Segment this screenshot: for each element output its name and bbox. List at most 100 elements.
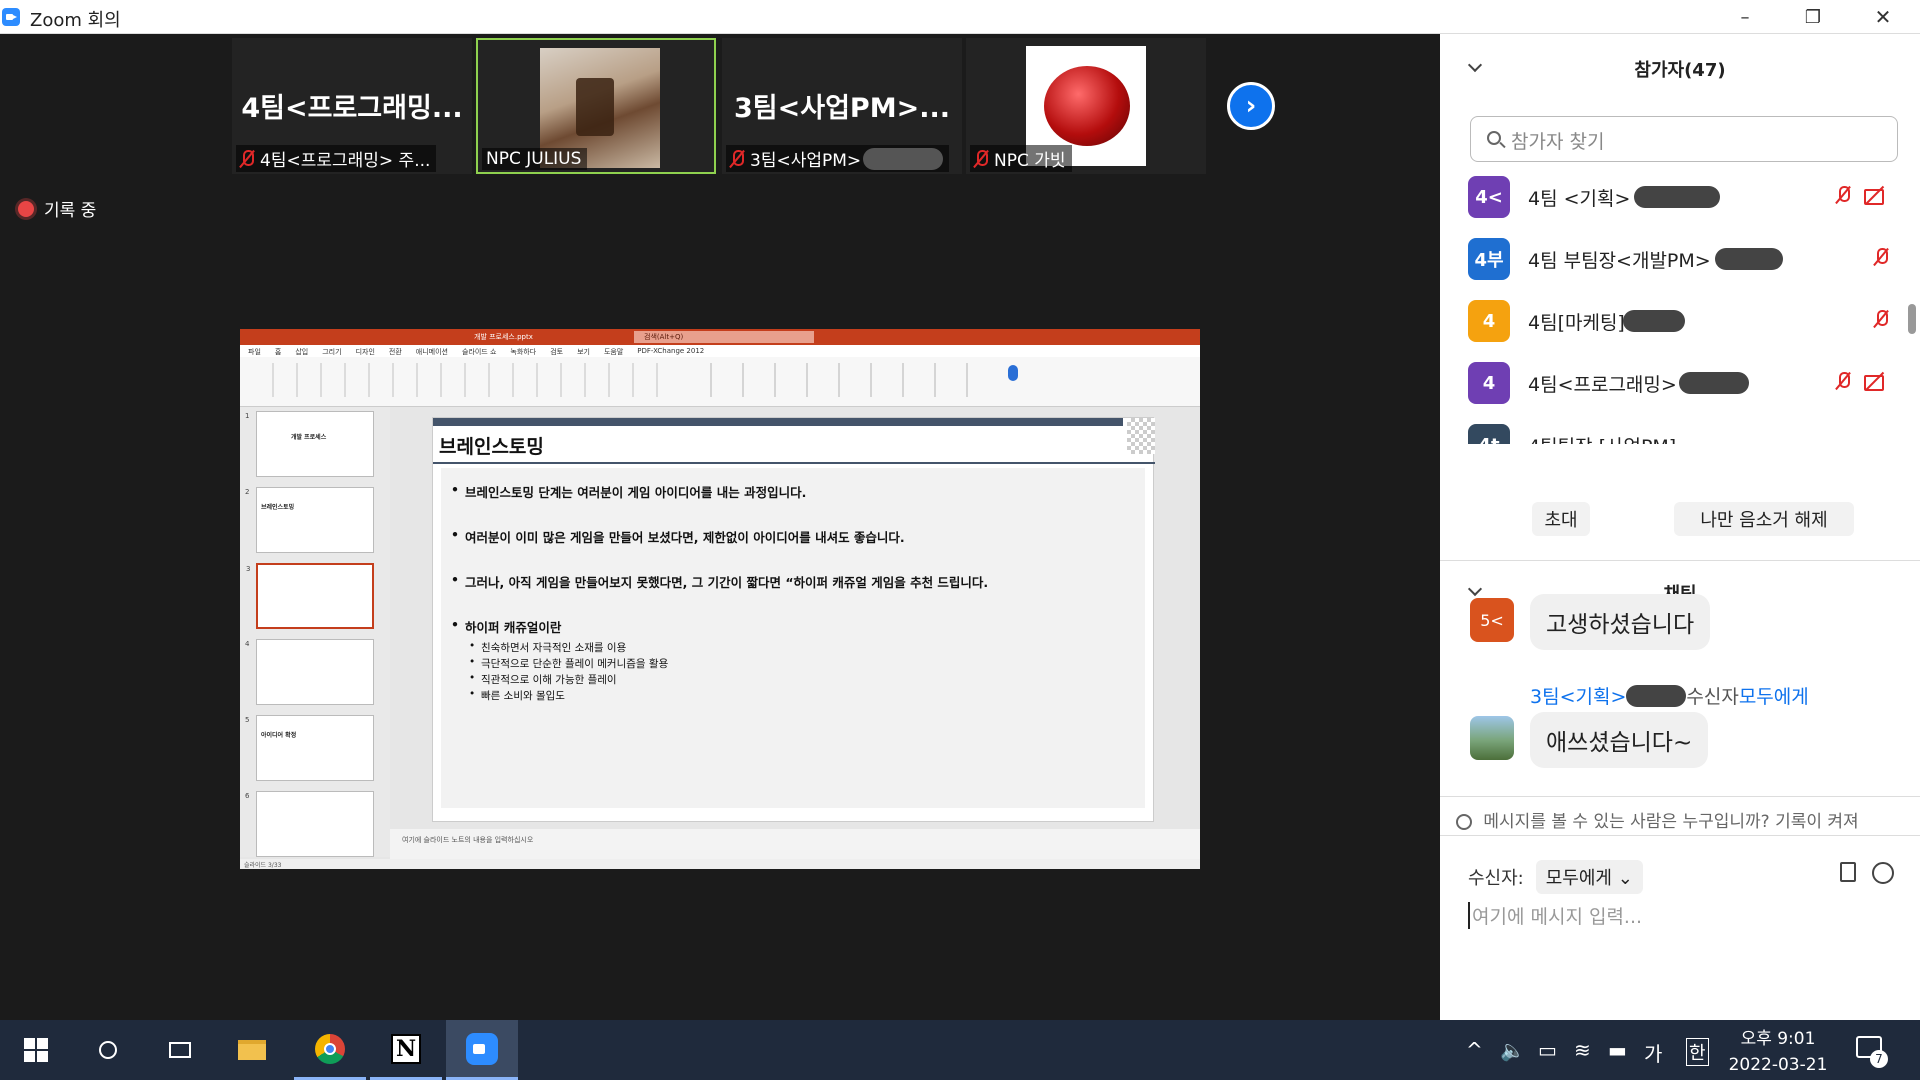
participant-row[interactable]: 4부 4팀 부팀장<개발PM> — [1468, 236, 1888, 282]
ppt-menu-item[interactable]: 검토 — [550, 347, 563, 357]
close-button[interactable]: ✕ — [1848, 0, 1918, 34]
participant-search-input[interactable]: 참가자 찾기 — [1470, 116, 1898, 162]
chat-message-input[interactable]: 여기에 메시지 입력... — [1468, 902, 1642, 929]
tile-name-label: NPC 가빗 — [970, 145, 1072, 172]
battery-icon[interactable]: ▬ — [1608, 1038, 1627, 1062]
ppt-status-bar: 슬라이드 3/33 — [240, 859, 1200, 869]
avatar: 4부 — [1468, 238, 1510, 280]
search-icon — [1487, 131, 1501, 145]
unmute-me-button[interactable]: 나만 음소거 해제 — [1674, 502, 1854, 536]
dictate-mic-icon — [1008, 365, 1018, 381]
ppt-notes-pane[interactable]: 여기에 슬라이드 노트의 내용을 입력하십시오 — [390, 829, 1200, 859]
chat-visibility-notice[interactable]: 메시지를 볼 수 있는 사람은 누구입니까? 기록이 켜져 — [1440, 796, 1920, 836]
participants-scrollbar[interactable] — [1908, 304, 1916, 334]
ppt-menu-item[interactable]: 녹화하다 — [510, 347, 536, 357]
chevron-down-icon[interactable] — [1467, 57, 1483, 73]
chat-recipient: 수신자: 모두에게 ⌄ — [1468, 860, 1643, 894]
video-tile-active-speaker[interactable]: NPC JULIUS — [476, 38, 716, 174]
emoji-icon[interactable] — [1872, 862, 1894, 884]
video-tile[interactable]: 3팀<사업PM>... 3팀<사업PM> — [722, 38, 962, 174]
avatar: 5< — [1470, 598, 1514, 642]
ppt-menu-item[interactable]: 애니메이션 — [416, 347, 448, 357]
participant-row-partial[interactable]: 4t 4팀팀장 [사업PM] — [1440, 422, 1910, 444]
participants-header[interactable]: 참가자(47) — [1440, 56, 1920, 86]
ppt-menu-item[interactable]: 전환 — [389, 347, 402, 357]
mic-muted-icon[interactable] — [1836, 186, 1850, 204]
slide-title: 브레인스토밍 — [439, 436, 544, 458]
zoom-taskbar-button[interactable] — [446, 1020, 518, 1080]
search-taskbar-button[interactable] — [72, 1020, 144, 1080]
mic-muted-icon[interactable] — [1874, 248, 1888, 266]
ppt-menu-bar: 파일 홈 삽입 그리기 디자인 전환 애니메이션 슬라이드 쇼 녹화하다 검토 보기 도움말 PDF-X… — [240, 345, 1200, 357]
file-icon[interactable] — [1840, 862, 1856, 882]
chrome-icon — [315, 1033, 345, 1064]
show-hidden-icons-icon[interactable]: ^ — [1466, 1038, 1483, 1062]
next-page-arrow-icon[interactable]: › — [1227, 82, 1275, 130]
restore-button[interactable]: ❐ — [1778, 0, 1848, 34]
start-button[interactable] — [0, 1020, 72, 1080]
participant-row[interactable]: 4 4팀<프로그래밍> — [1468, 360, 1888, 406]
slide-subbullet: 빠른 소비와 몰입도 — [451, 688, 1135, 703]
task-view-button[interactable] — [144, 1020, 216, 1080]
tile-display-name: 4팀<프로그래밍... — [241, 93, 463, 124]
ppt-menu-item[interactable]: 홈 — [275, 347, 281, 357]
redacted-blur — [1634, 186, 1721, 208]
slide-thumbnail[interactable]: 1 개발 프로세스 — [245, 411, 374, 477]
slide-thumbnail[interactable]: 6 — [245, 791, 374, 857]
redacted-blur — [1626, 684, 1687, 707]
shared-screen-powerpoint[interactable]: 개발 프로세스.pptx 검색(Alt+Q) 파일 홈 삽입 그리기 디자인 전환 애니메이… — [240, 329, 1200, 869]
slide-thumbnail[interactable]: 5 아이디어 확정 — [245, 715, 374, 781]
slide-thumbnail[interactable]: 2 브레인스토밍 — [245, 487, 374, 553]
title-bar: Zoom 회의 – ❐ ✕ — [0, 0, 1920, 34]
slide-thumbnail[interactable]: 4 — [245, 639, 374, 705]
tile-display-name: 3팀<사업PM>... — [734, 93, 950, 124]
mic-muted-icon[interactable] — [1836, 372, 1850, 390]
avatar: 4t — [1468, 424, 1510, 444]
video-tile[interactable]: NPC 가빗 — [966, 38, 1206, 174]
notion-button[interactable]: N — [370, 1020, 442, 1080]
ppt-menu-item[interactable]: 파일 — [248, 347, 261, 357]
ppt-menu-item[interactable]: 슬라이드 쇼 — [462, 347, 496, 357]
zoom-icon — [466, 1032, 498, 1065]
mic-muted-icon — [730, 149, 744, 168]
ppt-menu-item[interactable]: 삽입 — [295, 347, 308, 357]
ppt-search-box[interactable]: 검색(Alt+Q) — [634, 331, 814, 343]
video-off-icon — [1864, 372, 1888, 391]
invite-button[interactable]: 초대 — [1532, 502, 1590, 536]
ppt-menu-item[interactable]: 디자인 — [356, 347, 375, 357]
mic-muted-icon — [974, 149, 988, 168]
meet-now-icon[interactable]: ▭ — [1538, 1038, 1557, 1062]
recipient-dropdown[interactable]: 모두에게 ⌄ — [1535, 860, 1643, 894]
recording-indicator: 기록 중 — [18, 196, 96, 221]
ppt-slide-thumbnails: 1 개발 프로세스 2 브레인스토밍 3 4 5 아이디어 확정 6 — [240, 407, 390, 857]
clock[interactable]: 오후 9:01 2022-03-21 — [1728, 1026, 1828, 1078]
notification-count-badge: 7 — [1870, 1050, 1888, 1068]
participant-row[interactable]: 4 4팀[마케팅] — [1468, 298, 1888, 344]
video-tile[interactable]: 4팀<프로그래밍... 4팀<프로그래밍> 주... — [232, 38, 472, 174]
wifi-icon[interactable]: ≋ — [1574, 1038, 1591, 1062]
slide-thumbnail-selected[interactable]: 3 — [246, 563, 374, 629]
ppt-current-slide[interactable]: 브레인스토밍 브레인스토밍 단계는 여러분이 게임 아이디어를 내는 과정입니다… — [432, 417, 1155, 822]
minimize-button[interactable]: – — [1710, 0, 1780, 34]
participant-row[interactable]: 4< 4팀 <기획> — [1468, 174, 1888, 220]
recording-dot-icon — [18, 200, 34, 217]
mic-muted-icon[interactable] — [1874, 310, 1888, 328]
ppt-menu-item[interactable]: PDF-XChange 2012 — [637, 347, 704, 357]
ppt-menu-item[interactable]: 도움말 — [604, 347, 623, 357]
ppt-menu-item[interactable]: 보기 — [577, 347, 590, 357]
notion-icon: N — [391, 1033, 421, 1064]
file-explorer-button[interactable] — [216, 1020, 288, 1080]
chrome-button[interactable] — [294, 1020, 366, 1080]
redacted-blur — [1714, 248, 1783, 270]
ime-mode-indicator[interactable]: 가 — [1644, 1038, 1662, 1067]
slide-bullet: 하이퍼 캐쥬얼이란 — [451, 617, 1135, 636]
ime-hangul-indicator[interactable]: 한 — [1686, 1038, 1709, 1066]
slide-bullet: 여러분이 이미 많은 게임을 만들어 보셨다면, 제한없이 아이디어를 내셔도 … — [451, 527, 1135, 546]
people-icon — [1456, 814, 1472, 830]
window-title: Zoom 회의 — [30, 10, 121, 31]
windows-taskbar: N ^ 🔈 ▭ ≋ ▬ 가 한 오후 9:01 2022-03-21 7 — [0, 1020, 1920, 1080]
volume-icon[interactable]: 🔈 — [1500, 1038, 1525, 1062]
chevron-down-icon[interactable] — [1467, 581, 1483, 597]
side-panel: 참가자(47) 참가자 찾기 4< 4팀 <기획> 4부 4팀 부팀장<개발PM… — [1440, 34, 1920, 1020]
ppt-menu-item[interactable]: 그리기 — [322, 347, 341, 357]
